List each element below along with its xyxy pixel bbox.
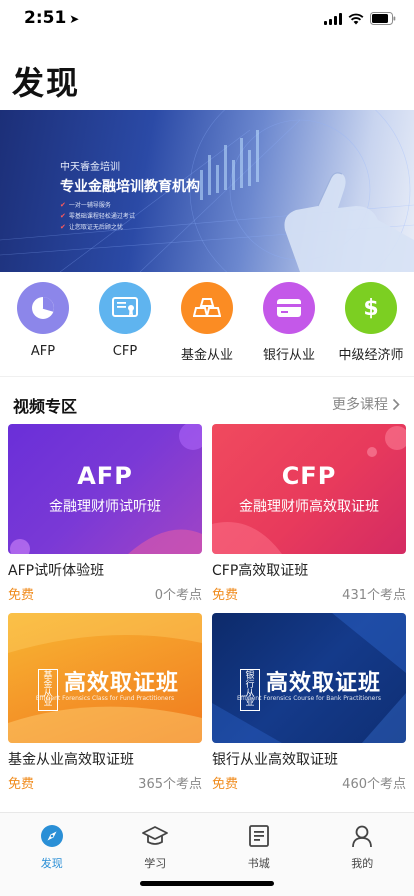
course-title: 银行从业高效取证班 [212,752,338,768]
home-indicator[interactable] [140,881,274,886]
course-card-bank[interactable]: 银行从业 高效取证班 Efficient Forensics Course fo… [212,613,406,792]
bank-card-icon [263,282,315,334]
compass-icon [39,823,65,849]
cover-heading: 高效取证班 [266,671,382,696]
status-time: 2:51 ➤ [24,8,79,28]
cover-subtitle: 金融理财师高效取证班 [239,499,379,515]
course-price: 免费 [212,588,239,603]
category-afp[interactable]: AFP [3,282,83,370]
banner-bullet: ✔ 让您取证无后顾之忧 [60,223,123,231]
course-price: 免费 [8,777,35,792]
tab-label: 我的 [351,857,374,870]
cellular-signal-icon [324,12,342,25]
course-card-fund[interactable]: 基金从业 高效取证班 Efficient Forensics Class for… [8,613,202,792]
cover-subtitle: 金融理财师试听班 [49,499,161,515]
check-icon: ✔ [60,223,66,231]
category-bank[interactable]: 银行从业 [249,282,329,370]
status-icons [324,12,396,25]
svg-text:$: $ [363,296,378,321]
cover-badge: 基金从业 [38,669,58,711]
divider [0,376,414,377]
promo-banner[interactable]: 中天睿金培训 专业金融培训教育机构 ✔ 一对一辅导服务 ✔ 零基础课程轻松通过考试 … [0,110,414,272]
cover-heading: 高效取证班 [64,671,180,696]
course-meta: 免费 460个考点 [212,773,406,792]
banner-title: 专业金融培训教育机构 [60,179,200,195]
battery-icon [370,12,396,25]
check-icon: ✔ [60,201,66,209]
dollar-icon: $ [345,282,397,334]
course-count: 365个考点 [138,777,202,792]
course-price: 免费 [8,588,35,603]
cover-title: CFP [281,462,337,490]
status-bar: 2:51 ➤ [0,0,414,44]
gold-bars-icon [181,282,233,334]
banner-bullet: ✔ 一对一辅导服务 [60,201,111,209]
banner-subtitle: 中天睿金培训 [60,162,120,173]
cover-english-subtitle: Efficient Forensics Class for Fund Pract… [35,695,175,702]
cover-english-subtitle: Efficient Forensics Course for Bank Prac… [237,695,381,702]
category-label: 中级经济师 [338,348,404,363]
category-label: 基金从业 [180,348,233,363]
category-fund[interactable]: 基金从业 [167,282,247,370]
more-courses-link[interactable]: 更多课程 [332,394,400,414]
category-row: AFP CFP 基金从业 银行从业 $ 中级经济师 [0,282,414,370]
user-icon [349,823,375,849]
course-cover: CFP 金融理财师高效取证班 [212,424,406,554]
page-title: 发现 [12,64,81,102]
chevron-right-icon [392,398,400,410]
tab-label: 学习 [144,857,167,870]
category-label: AFP [30,344,56,359]
tab-mine[interactable]: 我的 [311,813,414,896]
tab-label: 书城 [247,857,270,870]
category-label: CFP [112,344,138,359]
course-card-cfp[interactable]: CFP 金融理财师高效取证班 CFP高效取证班 免费 431个考点 [212,424,406,603]
check-icon: ✔ [60,212,66,220]
course-cover: AFP 金融理财师试听班 [8,424,202,554]
wifi-icon [348,13,364,25]
course-price: 免费 [212,777,239,792]
course-cover: 银行从业 高效取证班 Efficient Forensics Course fo… [212,613,406,743]
banner-bullet: ✔ 零基础课程轻松通过考试 [60,212,135,220]
certificate-icon [99,282,151,334]
course-title: 基金从业高效取证班 [8,752,134,768]
book-icon [246,823,272,849]
location-arrow-icon: ➤ [69,12,80,26]
tab-discover[interactable]: 发现 [0,813,104,896]
status-time-text: 2:51 [24,8,67,28]
cover-badge: 银行从业 [240,669,260,711]
course-meta: 免费 0个考点 [8,584,202,603]
course-meta: 免费 431个考点 [212,584,406,603]
cover-title: AFP [77,462,133,490]
section-title: 视频专区 [13,397,78,416]
graduation-cap-icon [142,823,169,849]
category-economist[interactable]: $ 中级经济师 [331,282,411,370]
course-cover: 基金从业 高效取证班 Efficient Forensics Class for… [8,613,202,743]
more-courses-label: 更多课程 [332,397,388,413]
course-count: 431个考点 [342,588,406,603]
tab-label: 发现 [40,857,63,870]
course-count: 0个考点 [154,588,202,603]
course-title: CFP高效取证班 [212,563,309,579]
course-title: AFP试听体验班 [8,563,105,579]
course-count: 460个考点 [342,777,406,792]
course-card-afp[interactable]: AFP 金融理财师试听班 AFP试听体验班 免费 0个考点 [8,424,202,603]
banner-bullets: ✔ 一对一辅导服务 ✔ 零基础课程轻松通过考试 ✔ 让您取证无后顾之忧 [60,200,135,233]
category-cfp[interactable]: CFP [85,282,165,370]
course-meta: 免费 365个考点 [8,773,202,792]
category-label: 银行从业 [262,348,315,363]
pie-chart-icon [17,282,69,334]
